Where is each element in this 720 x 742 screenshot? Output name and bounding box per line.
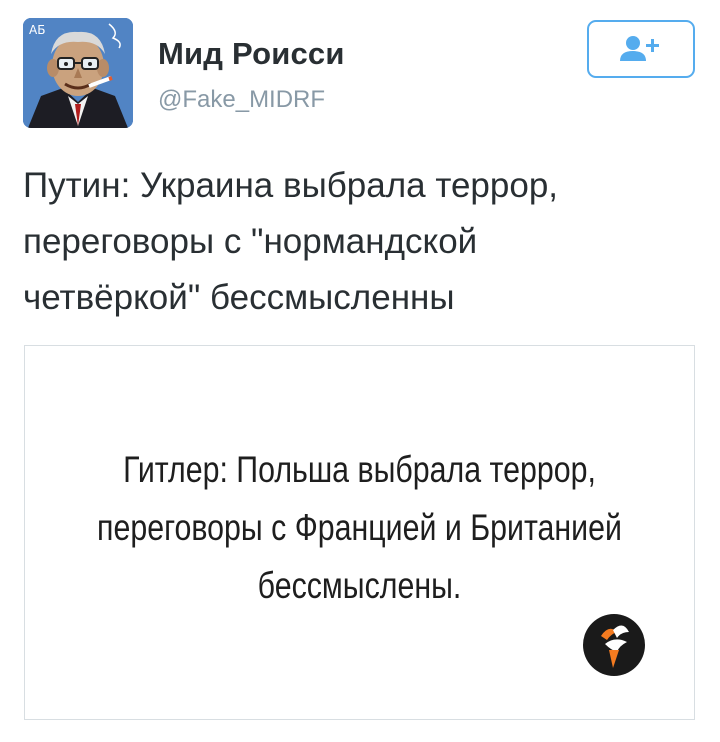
follow-button[interactable] <box>587 20 695 78</box>
svg-text:AБ: AБ <box>29 23 45 37</box>
tweet-text: Путин: Украина выбрала террор, переговор… <box>23 158 693 326</box>
avatar[interactable]: AБ <box>23 18 133 128</box>
media-caption: Гитлер: Польша выбрала террор, переговор… <box>85 441 634 615</box>
user-handle[interactable]: @Fake_MIDRF <box>158 86 325 114</box>
media-caption-line: Гитлер: Польша выбрала террор, <box>123 449 596 490</box>
tweet-text-line: Путин: Украина выбрала террор, <box>23 166 559 205</box>
tweet-text-line: переговоры с "нормандской <box>23 222 478 261</box>
tweet-media-image[interactable]: Гитлер: Польша выбрала террор, переговор… <box>24 345 695 720</box>
media-caption-line: бессмыслены. <box>257 565 462 606</box>
follow-person-plus-icon <box>620 36 659 61</box>
rfe-rl-bird-logo-icon <box>583 614 645 676</box>
display-name[interactable]: Мид Роисси <box>158 36 345 72</box>
tweet-text-line: четвёркой" бессмысленны <box>23 278 455 317</box>
avatar-image: AБ <box>23 18 133 128</box>
media-caption-line: переговоры с Францией и Британией <box>97 507 622 548</box>
